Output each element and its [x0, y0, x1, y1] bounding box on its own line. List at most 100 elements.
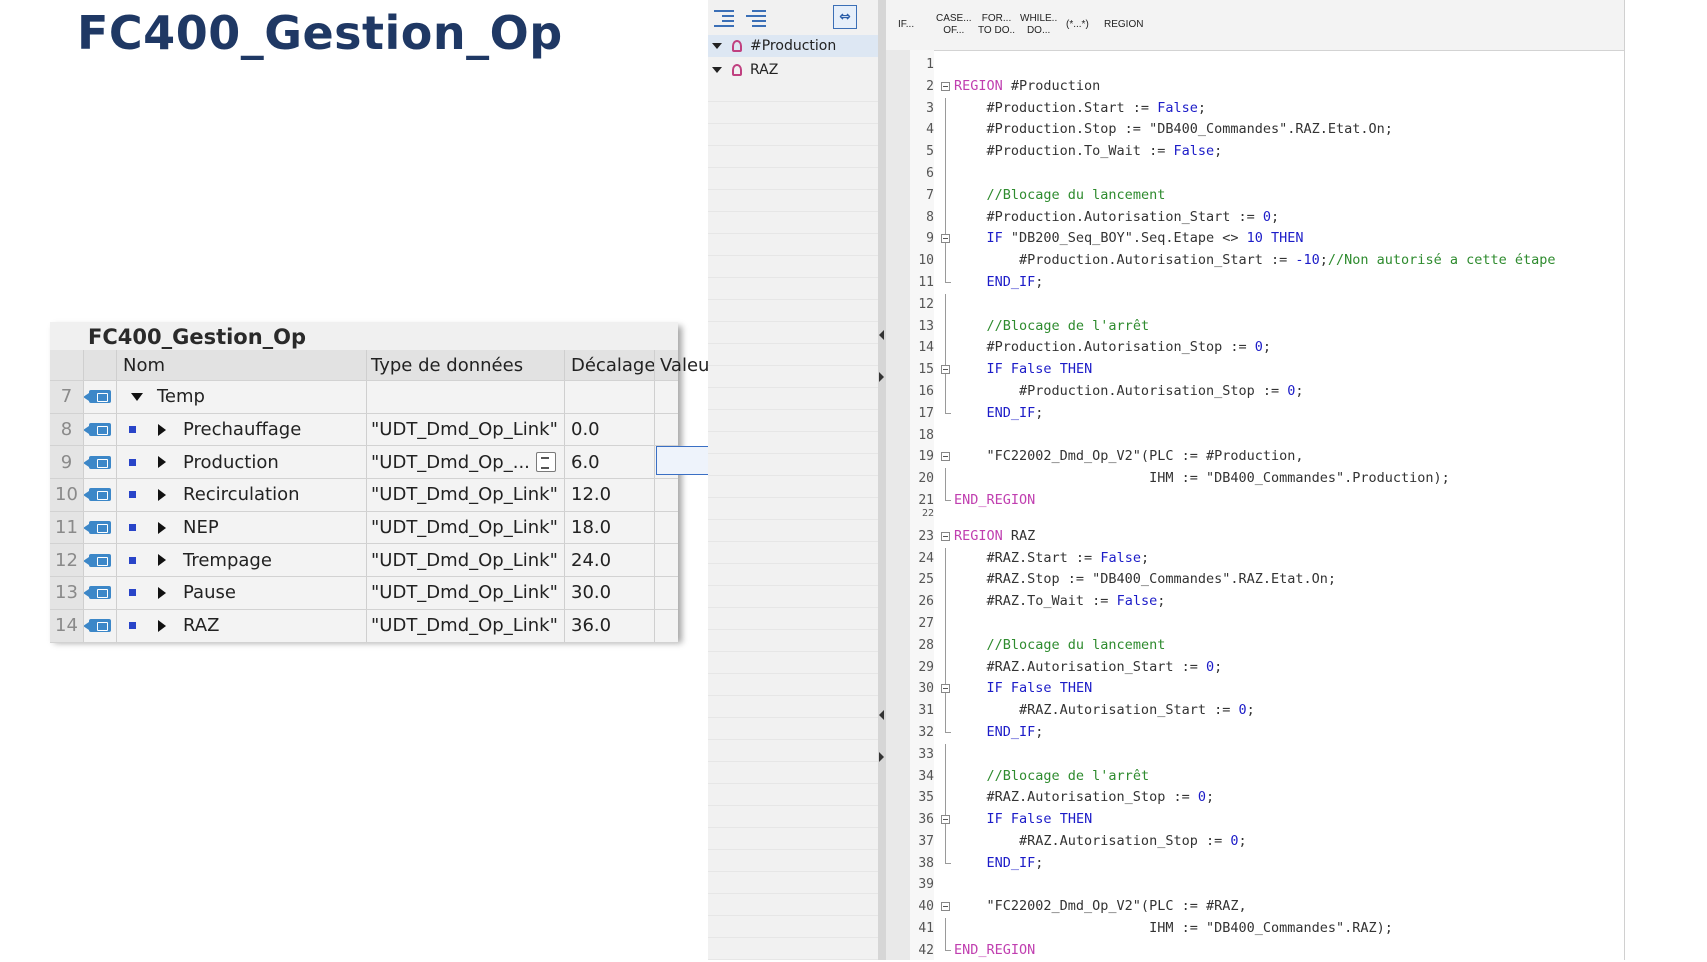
insert-if-button[interactable]: IF... — [898, 8, 914, 42]
code-line[interactable]: 37 #RAZ.Autorisation_Stop := 0; — [886, 830, 1624, 853]
code-line[interactable]: 33 — [886, 743, 1624, 766]
code-line[interactable]: 10 #Production.Autorisation_Start := -10… — [886, 250, 1624, 272]
sync-navigation-icon[interactable]: ⇔ — [833, 5, 857, 29]
code-line[interactable]: 42 END_REGION — [886, 939, 1624, 962]
scl-code-editor[interactable]: IF... CASE... OF... FOR... TO DO.. WHILE.. DO.… — [886, 0, 1624, 960]
insert-case-button[interactable]: CASE... OF... — [936, 8, 972, 42]
type-browse-icon[interactable] — [535, 452, 556, 473]
expand-icon[interactable] — [158, 456, 166, 469]
data-type-cell[interactable]: "UDT_Dmd_Op_... — [367, 446, 565, 479]
code-line[interactable]: 30 IF False THEN — [886, 678, 1624, 701]
code-line[interactable]: 5 #Production.To_Wait := False; — [886, 141, 1624, 163]
expand-icon[interactable] — [158, 586, 166, 599]
expand-right-icon[interactable] — [879, 372, 884, 382]
insert-for-button[interactable]: FOR... TO DO.. — [978, 8, 1015, 42]
code-line[interactable]: 23 REGION RAZ — [886, 526, 1624, 548]
table-row[interactable]: 11 NEP "UDT_Dmd_Op_Link" 18.0 — [50, 511, 678, 545]
expand-icon[interactable] — [712, 43, 722, 49]
code-line[interactable]: 20 IHM := "DB400_Commandes".Production); — [886, 468, 1624, 490]
code-line[interactable]: 31 #RAZ.Autorisation_Start := 0; — [886, 700, 1624, 722]
data-type-cell[interactable]: "UDT_Dmd_Op_Link" — [367, 413, 565, 446]
code-line[interactable]: 3 #Production.Start := False; — [886, 97, 1624, 120]
insert-region-button[interactable]: REGION — [1104, 8, 1143, 42]
insert--button[interactable]: (*...*) — [1066, 8, 1089, 42]
fold-toggle-icon[interactable] — [941, 815, 950, 825]
navigator-item-production[interactable]: #Production — [708, 35, 878, 57]
variable-name-cell[interactable]: RAZ — [117, 609, 367, 642]
code-line[interactable]: 14 #Production.Autorisation_Stop := 0; — [886, 337, 1624, 360]
table-row[interactable]: 7 Temp — [50, 381, 678, 414]
navigator-item-raz[interactable]: RAZ — [708, 59, 878, 81]
variable-name-cell[interactable]: NEP — [117, 511, 367, 544]
code-line[interactable]: 6 — [886, 162, 1624, 185]
expand-icon[interactable] — [712, 67, 722, 73]
code-line[interactable]: 36 IF False THEN — [886, 809, 1624, 831]
fold-toggle-icon[interactable] — [941, 234, 950, 244]
variable-name-cell[interactable]: Trempage — [117, 544, 367, 577]
variable-name-cell[interactable]: Prechauffage — [117, 413, 367, 446]
indent-icon[interactable] — [714, 8, 736, 27]
code-line[interactable]: 12 — [886, 293, 1624, 316]
code-line[interactable]: 17 END_IF; — [886, 402, 1624, 425]
code-line[interactable]: 19 "FC22002_Dmd_Op_V2"(PLC := #Productio… — [886, 446, 1624, 468]
data-type-cell[interactable]: "UDT_Dmd_Op_Link" — [367, 511, 565, 544]
code-line[interactable]: 25 #RAZ.Stop := "DB400_Commandes".RAZ.Et… — [886, 569, 1624, 592]
expand-icon[interactable] — [158, 488, 166, 501]
table-row[interactable]: 12 Trempage "UDT_Dmd_Op_Link" 24.0 — [50, 544, 678, 578]
code-line[interactable]: 9 IF "DB200_Seq_BOY".Seq.Etape <> 10 THE… — [886, 228, 1624, 251]
fold-toggle-icon[interactable] — [941, 902, 950, 912]
data-type-cell[interactable]: "UDT_Dmd_Op_Link" — [367, 577, 565, 609]
code-line[interactable]: 41 IHM := "DB400_Commandes".RAZ); — [886, 918, 1624, 940]
insert-while-button[interactable]: WHILE.. DO... — [1020, 8, 1057, 42]
table-row[interactable]: 9 Production "UDT_Dmd_Op_... 6.0 — [50, 446, 724, 480]
code-line[interactable]: 27 — [886, 612, 1624, 635]
column-header-name[interactable]: Nom — [117, 350, 367, 380]
expand-icon[interactable] — [158, 521, 166, 534]
code-line[interactable]: 39 — [886, 874, 1624, 896]
table-row[interactable]: 14 RAZ "UDT_Dmd_Op_Link" 36.0 — [50, 609, 678, 643]
outdent-icon[interactable] — [746, 8, 768, 27]
code-line[interactable]: 11 END_IF; — [886, 271, 1624, 294]
code-line[interactable]: 29 #RAZ.Autorisation_Start := 0; — [886, 656, 1624, 679]
code-line[interactable]: 15 IF False THEN — [886, 359, 1624, 381]
data-type-cell[interactable] — [367, 381, 565, 413]
fold-toggle-icon[interactable] — [941, 684, 950, 694]
code-line[interactable]: 34 //Blocage de l'arrêt — [886, 765, 1624, 788]
variable-name-cell[interactable]: Pause — [117, 577, 367, 609]
fold-toggle-icon[interactable] — [941, 365, 950, 375]
code-line[interactable]: 4 #Production.Stop := "DB400_Commandes".… — [886, 119, 1624, 142]
collapse-left-icon[interactable] — [879, 710, 884, 720]
column-header-offset[interactable]: Décalage — [565, 350, 655, 380]
expand-icon[interactable] — [158, 423, 166, 436]
fold-toggle-icon[interactable] — [941, 81, 950, 91]
code-line[interactable]: 13 //Blocage de l'arrêt — [886, 315, 1624, 338]
code-area[interactable]: 1 2 REGION #Production 3 #Production.Start … — [886, 54, 1624, 962]
collapse-left-icon[interactable] — [879, 330, 884, 340]
fold-toggle-icon[interactable] — [941, 531, 950, 541]
variable-name-cell[interactable]: Recirculation — [117, 479, 367, 511]
table-row[interactable]: 8 Prechauffage "UDT_Dmd_Op_Link" 0.0 — [50, 413, 678, 447]
code-line[interactable]: 22 — [886, 508, 1624, 526]
expand-right-icon[interactable] — [879, 752, 884, 762]
expand-icon[interactable] — [158, 554, 166, 567]
code-line[interactable]: 8 #Production.Autorisation_Start := 0; — [886, 206, 1624, 229]
fold-toggle-icon[interactable] — [941, 452, 950, 462]
code-line[interactable]: 7 //Blocage du lancement — [886, 184, 1624, 207]
code-line[interactable]: 21 END_REGION — [886, 489, 1624, 512]
code-line[interactable]: 38 END_IF; — [886, 852, 1624, 875]
variable-name-cell[interactable]: Temp — [117, 381, 367, 413]
expand-icon[interactable] — [158, 619, 166, 632]
code-line[interactable]: 40 "FC22002_Dmd_Op_V2"(PLC := #RAZ, — [886, 896, 1624, 918]
code-line[interactable]: 35 #RAZ.Autorisation_Stop := 0; — [886, 787, 1624, 810]
table-row[interactable]: 10 Recirculation "UDT_Dmd_Op_Link" 12.0 — [50, 479, 678, 512]
code-line[interactable]: 26 #RAZ.To_Wait := False; — [886, 591, 1624, 613]
code-line[interactable]: 28 //Blocage du lancement — [886, 634, 1624, 657]
code-line[interactable]: 1 — [886, 54, 1624, 76]
data-type-cell[interactable]: "UDT_Dmd_Op_Link" — [367, 609, 565, 642]
code-line[interactable]: 32 END_IF; — [886, 721, 1624, 744]
data-type-cell[interactable]: "UDT_Dmd_Op_Link" — [367, 544, 565, 577]
code-line[interactable]: 2 REGION #Production — [886, 76, 1624, 98]
variable-name-cell[interactable]: Production — [117, 446, 367, 479]
code-line[interactable]: 18 — [886, 425, 1624, 447]
column-header-type[interactable]: Type de données — [367, 350, 565, 380]
